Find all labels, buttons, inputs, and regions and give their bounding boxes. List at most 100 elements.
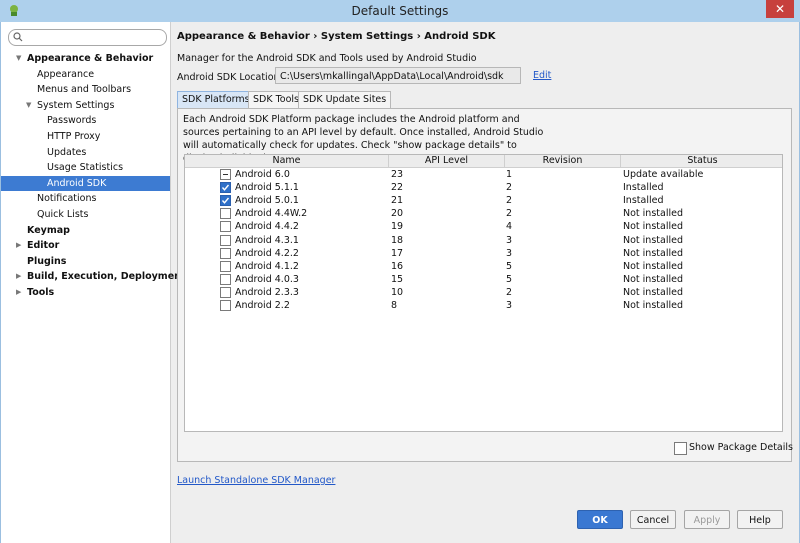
cell-status: Not installed bbox=[623, 300, 683, 311]
cell-api-level: 23 bbox=[391, 169, 404, 180]
expand-arrow-icon[interactable]: ▼ bbox=[16, 51, 21, 67]
cell-status: Installed bbox=[623, 182, 664, 194]
cell-api-level: 17 bbox=[391, 247, 404, 259]
sidebar-item-label: Quick Lists bbox=[37, 208, 89, 220]
sidebar-item-label: Keymap bbox=[27, 224, 70, 236]
cell-status: Not installed bbox=[623, 221, 683, 233]
column-header-api-level[interactable]: API Level bbox=[389, 155, 505, 167]
table-row[interactable]: Android 5.0.1 21 2 Installed bbox=[185, 194, 782, 207]
sidebar-item-label: Build, Execution, Deployment bbox=[27, 271, 186, 283]
settings-window: ▼ Appearance & Behavior Appearance Menus an… bbox=[0, 22, 800, 543]
sidebar-item[interactable]: ▶ Editor bbox=[1, 238, 170, 254]
table-row[interactable]: Android 4.3.1 18 3 Not installed bbox=[185, 234, 782, 247]
sidebar-item[interactable]: ▼ System Settings bbox=[1, 98, 170, 114]
column-header-name[interactable]: Name bbox=[185, 155, 389, 167]
cell-revision: 2 bbox=[506, 182, 513, 194]
page-description: Manager for the Android SDK and Tools us… bbox=[177, 53, 477, 64]
sidebar-item[interactable]: Notifications bbox=[1, 191, 170, 207]
sidebar-item[interactable]: Plugins bbox=[1, 254, 170, 270]
sidebar-item[interactable]: Appearance bbox=[1, 67, 170, 83]
edit-link[interactable]: Edit bbox=[533, 70, 551, 81]
cell-status: Not installed bbox=[623, 273, 683, 285]
cancel-button[interactable]: Cancel bbox=[630, 510, 676, 529]
row-checkbox[interactable] bbox=[220, 208, 231, 220]
cell-name: Android 4.4.2 bbox=[235, 221, 299, 233]
sidebar-item-label: Usage Statistics bbox=[47, 162, 124, 174]
row-checkbox[interactable] bbox=[220, 234, 231, 246]
sidebar-item[interactable]: Keymap bbox=[1, 223, 170, 239]
sidebar-item-label: System Settings bbox=[37, 99, 115, 111]
cell-name: Android 4.3.1 bbox=[235, 234, 299, 246]
row-checkbox[interactable] bbox=[220, 300, 231, 311]
sdk-location-label: Android SDK Location: bbox=[177, 72, 283, 83]
apply-button[interactable]: Apply bbox=[684, 510, 730, 529]
table-row[interactable]: Android 2.2 8 3 Not installed bbox=[185, 299, 782, 312]
sidebar-item-label: Notifications bbox=[37, 193, 97, 205]
sidebar-item-label: Updates bbox=[47, 146, 87, 158]
sdk-location-field[interactable]: C:\Users\mkallingal\AppData\Local\Androi… bbox=[275, 67, 521, 84]
sdk-platforms-table: Name API Level Revision Status Android 6… bbox=[184, 154, 783, 432]
cell-name: Android 5.1.1 bbox=[235, 182, 299, 194]
collapse-arrow-icon[interactable]: ▶ bbox=[16, 285, 21, 301]
row-checkbox[interactable] bbox=[220, 247, 231, 259]
cell-api-level: 18 bbox=[391, 234, 404, 246]
show-package-details-checkbox[interactable] bbox=[674, 442, 687, 455]
cell-status: Not installed bbox=[623, 208, 683, 220]
search-icon bbox=[13, 32, 23, 42]
table-row[interactable]: Android 6.0 23 1 Update available bbox=[185, 168, 782, 181]
table-header: Name API Level Revision Status bbox=[185, 155, 782, 168]
sidebar-item[interactable]: Menus and Toolbars bbox=[1, 82, 170, 98]
settings-tree: ▼ Appearance & Behavior Appearance Menus an… bbox=[1, 51, 185, 301]
search-input[interactable] bbox=[8, 29, 167, 46]
sidebar-item-label: Appearance bbox=[37, 68, 95, 80]
close-button[interactable]: ✕ bbox=[766, 0, 794, 18]
column-header-status[interactable]: Status bbox=[621, 155, 782, 167]
sidebar-item-label: Plugins bbox=[27, 255, 67, 267]
ok-button[interactable]: OK bbox=[577, 510, 623, 529]
sidebar-item[interactable]: HTTP Proxy bbox=[1, 129, 170, 145]
sidebar-item[interactable]: Updates bbox=[1, 145, 170, 161]
row-checkbox[interactable] bbox=[220, 169, 231, 180]
row-checkbox[interactable] bbox=[220, 273, 231, 285]
sidebar-item[interactable]: Android SDK bbox=[1, 175, 170, 192]
row-checkbox[interactable] bbox=[220, 195, 231, 207]
sidebar-item-label: HTTP Proxy bbox=[47, 130, 101, 142]
collapse-arrow-icon[interactable]: ▶ bbox=[16, 269, 21, 285]
sidebar-item[interactable]: Quick Lists bbox=[1, 207, 170, 223]
cell-api-level: 22 bbox=[391, 182, 404, 194]
table-row[interactable]: Android 4.0.3 15 5 Not installed bbox=[185, 273, 782, 286]
tab-sdk-tools[interactable]: SDK Tools bbox=[248, 91, 304, 109]
table-row[interactable]: Android 2.3.3 10 2 Not installed bbox=[185, 286, 782, 299]
expand-arrow-icon[interactable]: ▼ bbox=[26, 98, 31, 114]
sidebar-item-label: Passwords bbox=[47, 115, 97, 127]
row-checkbox[interactable] bbox=[220, 221, 231, 233]
sidebar-item[interactable]: Passwords bbox=[1, 113, 170, 129]
row-checkbox[interactable] bbox=[220, 286, 231, 298]
sidebar-item[interactable]: ▼ Appearance & Behavior bbox=[1, 51, 170, 67]
cell-name: Android 4.1.2 bbox=[235, 260, 299, 272]
table-row[interactable]: Android 4.4W.2 20 2 Not installed bbox=[185, 207, 782, 220]
launch-sdk-manager-link[interactable]: Launch Standalone SDK Manager bbox=[177, 475, 335, 486]
sidebar-item[interactable]: ▶ Build, Execution, Deployment bbox=[1, 269, 185, 285]
tab-sdk-platforms[interactable]: SDK Platforms bbox=[177, 91, 255, 109]
cell-status: Not installed bbox=[623, 247, 683, 259]
sidebar-item[interactable]: ▶ Tools bbox=[1, 285, 170, 301]
collapse-arrow-icon[interactable]: ▶ bbox=[16, 238, 21, 254]
cell-revision: 5 bbox=[506, 260, 513, 272]
table-row[interactable]: Android 4.1.2 16 5 Not installed bbox=[185, 260, 782, 273]
cell-revision: 5 bbox=[506, 273, 513, 285]
cell-status: Not installed bbox=[623, 260, 683, 272]
cell-api-level: 21 bbox=[391, 195, 404, 207]
tab-sdk-update-sites[interactable]: SDK Update Sites bbox=[298, 91, 392, 109]
table-row[interactable]: Android 4.2.2 17 3 Not installed bbox=[185, 247, 782, 260]
main-panel: Appearance & Behavior › System Settings … bbox=[172, 22, 800, 543]
table-row[interactable]: Android 4.4.2 19 4 Not installed bbox=[185, 220, 782, 233]
help-button[interactable]: Help bbox=[737, 510, 783, 529]
cell-name: Android 5.0.1 bbox=[235, 195, 299, 207]
cell-api-level: 10 bbox=[391, 286, 404, 298]
column-header-revision[interactable]: Revision bbox=[505, 155, 621, 167]
table-row[interactable]: Android 5.1.1 22 2 Installed bbox=[185, 181, 782, 194]
row-checkbox[interactable] bbox=[220, 260, 231, 272]
sidebar-item[interactable]: Usage Statistics bbox=[1, 160, 170, 176]
row-checkbox[interactable] bbox=[220, 182, 231, 194]
